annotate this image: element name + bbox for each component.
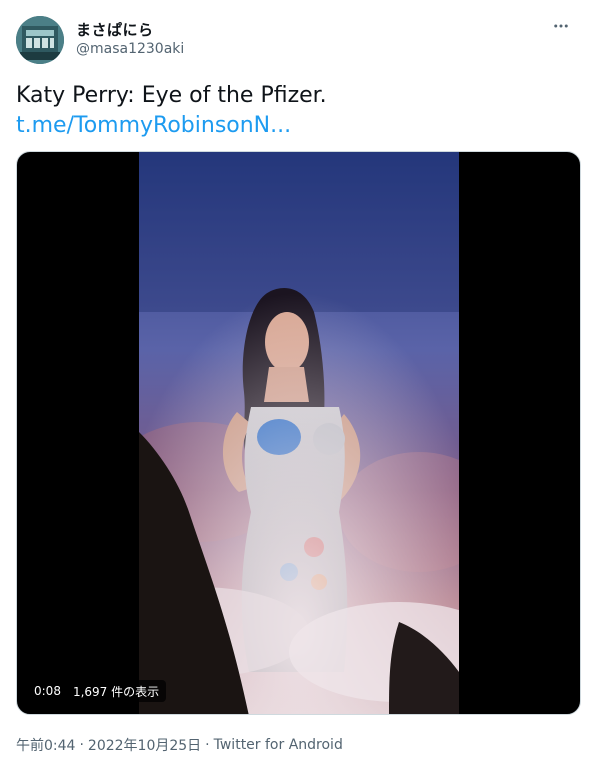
avatar[interactable] xyxy=(16,16,64,64)
meta-separator: · xyxy=(79,737,84,753)
video-player[interactable]: 0:08 1,697 件の表示 xyxy=(16,151,581,715)
tweet-source[interactable]: Twitter for Android xyxy=(214,737,343,753)
video-frame[interactable] xyxy=(139,152,459,714)
tweet-link[interactable]: t.me/TommyRobinsonN... xyxy=(16,112,291,140)
video-time: 0:08 xyxy=(34,684,61,698)
video-view-count: 1,697 件の表示 xyxy=(72,684,160,699)
avatar-image xyxy=(16,16,64,64)
video-thumbnail xyxy=(139,152,459,714)
tweet-time[interactable]: 午前0:44 xyxy=(16,735,75,755)
author-display-name[interactable]: まさぱにら xyxy=(76,19,154,40)
author-handle[interactable]: @masa1230aki xyxy=(76,41,184,57)
tweet-date[interactable]: 2022年10月25日 xyxy=(88,735,201,755)
tweet-text: Katy Perry: Eye of the Pfizer. xyxy=(16,83,327,108)
meta-separator: · xyxy=(205,737,210,753)
tweet-card: まさぱにら @masa1230aki Katy Perry: Eye of th… xyxy=(0,0,589,767)
video-stats-badge: 0:08 1,697 件の表示 xyxy=(27,680,167,702)
more-options-button[interactable] xyxy=(549,14,573,38)
more-horizontal-icon xyxy=(554,24,568,28)
tweet-metadata: 午前0:44 · 2022年10月25日 · Twitter for Andro… xyxy=(16,735,343,755)
